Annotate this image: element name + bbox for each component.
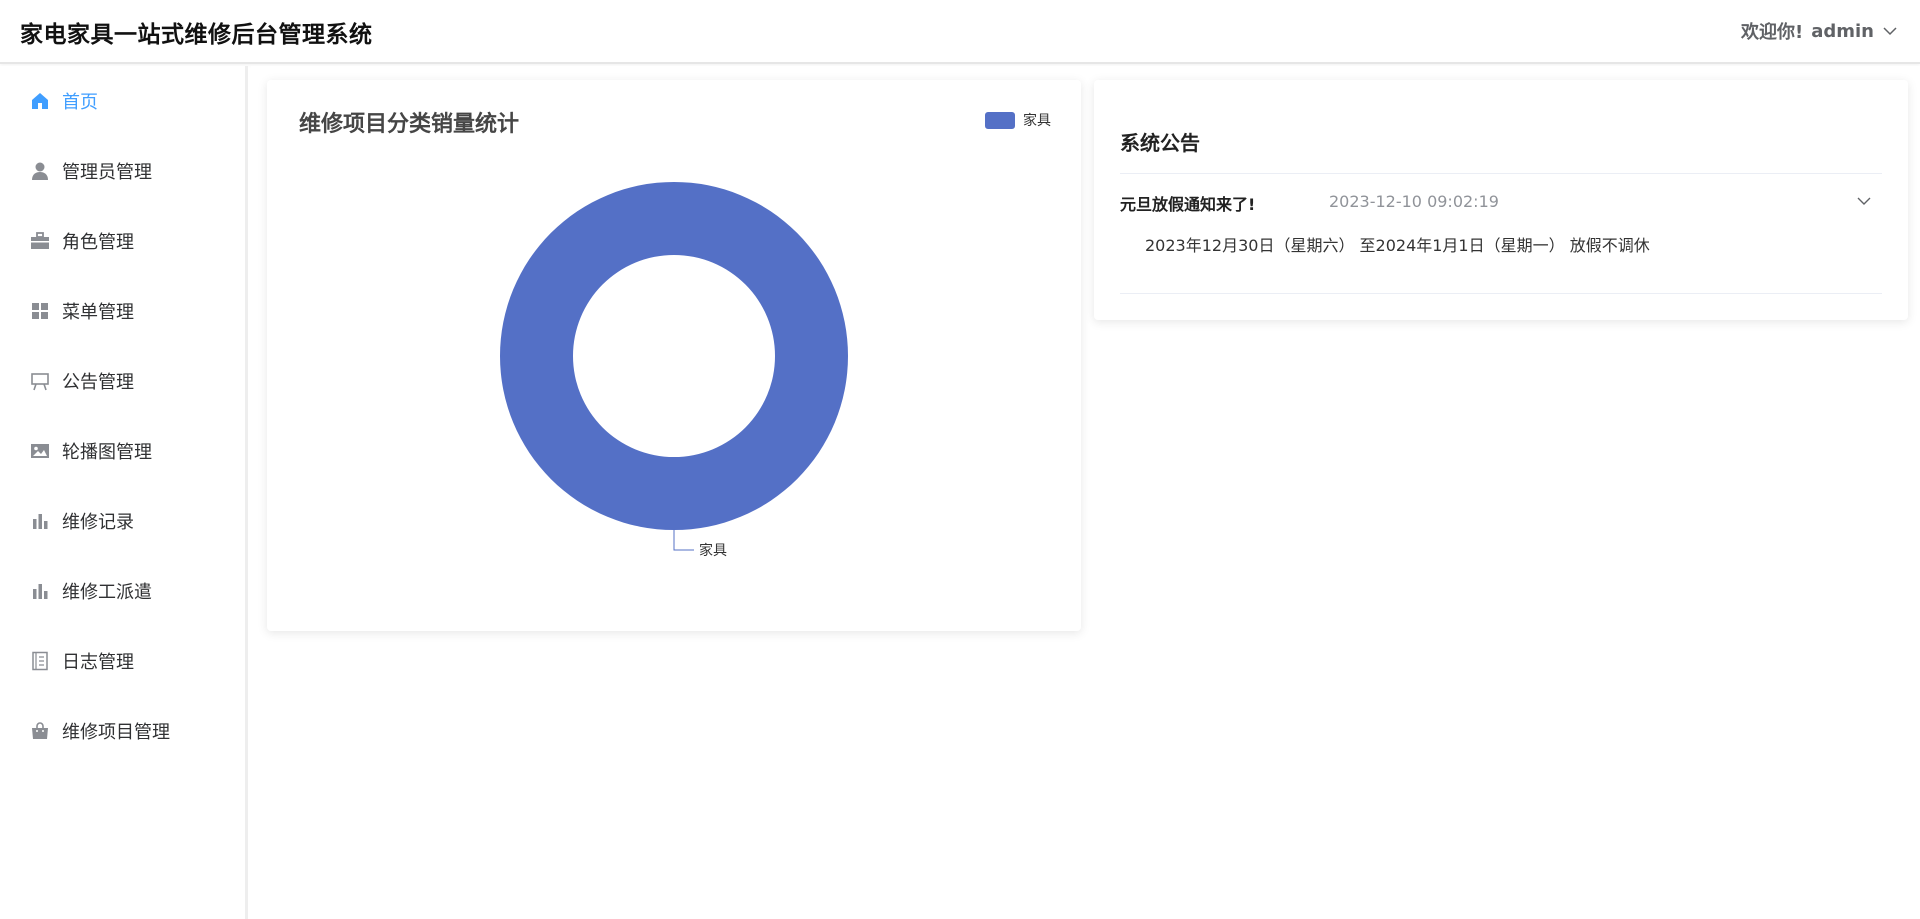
easel-icon [30, 371, 50, 391]
chevron-down-icon [1857, 197, 1871, 205]
notice-item-header[interactable]: 元旦放假通知来了! 2023-12-10 09:02:19 [1120, 187, 1882, 219]
notice-headline: 元旦放假通知来了! [1120, 195, 1256, 214]
sidebar-item-label: 首页 [62, 92, 98, 113]
sidebar-item-notice[interactable]: 公告管理 [0, 356, 245, 406]
sidebar-item-label: 维修工派遣 [62, 582, 152, 603]
notice-content: 2023年12月30日（星期六） 至2024年1月1日（星期一） 放假不调休 [1145, 236, 1650, 255]
user-menu[interactable]: 欢迎你! admin [1741, 18, 1898, 44]
notice-title: 系统公告 [1120, 131, 1200, 155]
sidebar-item-admin[interactable]: 管理员管理 [0, 146, 245, 196]
sidebar-item-projects[interactable]: 维修项目管理 [0, 706, 245, 756]
notice-time: 2023-12-10 09:02:19 [1329, 192, 1499, 211]
sidebar-item-label: 公告管理 [62, 372, 134, 393]
sidebar-item-home[interactable]: 首页 [0, 76, 245, 126]
sidebar-item-label: 日志管理 [62, 652, 134, 673]
username: admin [1811, 20, 1874, 42]
sidebar-item-label: 角色管理 [62, 232, 134, 253]
pie-label-line-0 [673, 530, 694, 551]
user-icon [30, 161, 50, 181]
briefcase-icon [30, 231, 50, 251]
sidebar-item-label: 维修记录 [62, 512, 134, 533]
shopping-bag-icon [30, 721, 50, 741]
chart-card: 维修项目分类销量统计 家具 家具 [267, 80, 1081, 631]
main-content: 维修项目分类销量统计 家具 家具 系统公告 元旦放假通知来了! 2023-12-… [251, 66, 1920, 919]
notice-divider-bottom [1120, 293, 1882, 294]
bar-chart-icon [30, 581, 50, 601]
sidebar-item-dispatch[interactable]: 维修工派遣 [0, 566, 245, 616]
app-title: 家电家具一站式维修后台管理系统 [20, 22, 373, 48]
sidebar-item-roles[interactable]: 角色管理 [0, 216, 245, 266]
sidebar-item-label: 菜单管理 [62, 302, 134, 323]
sidebar-item-repair-records[interactable]: 维修记录 [0, 496, 245, 546]
sidebar-item-menu[interactable]: 菜单管理 [0, 286, 245, 336]
sidebar: 首页 管理员管理 角色管理 菜单管理 公告管理 轮播图管理 维修记录 维修工派遣… [0, 66, 248, 919]
pie-label-0: 家具 [699, 542, 727, 559]
document-icon [30, 651, 50, 671]
bar-chart-icon [30, 511, 50, 531]
donut-chart: 家具 [499, 181, 849, 559]
sidebar-item-carousel[interactable]: 轮播图管理 [0, 426, 245, 476]
sidebar-item-label: 轮播图管理 [62, 442, 152, 463]
pie-slice-0[interactable] [499, 181, 849, 531]
sidebar-item-label: 维修项目管理 [62, 722, 170, 743]
sidebar-item-label: 管理员管理 [62, 162, 152, 183]
notice-card: 系统公告 元旦放假通知来了! 2023-12-10 09:02:19 2023年… [1094, 80, 1908, 320]
sidebar-item-logs[interactable]: 日志管理 [0, 636, 245, 686]
top-header: 家电家具一站式维修后台管理系统 欢迎你! admin [0, 0, 1920, 64]
notice-divider-top [1120, 173, 1882, 174]
home-icon [30, 91, 50, 111]
welcome-text: 欢迎你! [1741, 22, 1804, 43]
grid-icon [30, 301, 50, 321]
picture-icon [30, 441, 50, 461]
chevron-down-icon [1883, 27, 1897, 36]
